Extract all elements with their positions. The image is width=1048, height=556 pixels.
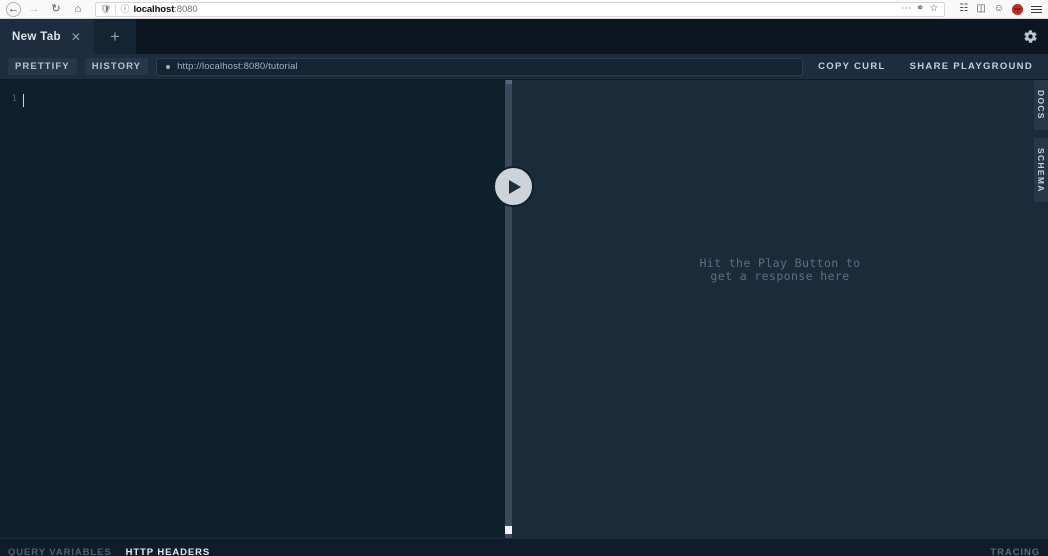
- playground-tab-label: New Tab: [12, 30, 61, 43]
- url-host: localhost: [133, 3, 175, 15]
- endpoint-input[interactable]: http://localhost:8080/tutorial: [156, 57, 804, 76]
- url-text: localhost:8080: [133, 4, 897, 15]
- browser-toolbar-right: ☷ ◫ ☺: [953, 3, 1042, 15]
- playground-toolbar: PRETTIFY HISTORY http://localhost:8080/t…: [0, 54, 1048, 80]
- sidebar-icon[interactable]: ◫: [976, 4, 985, 14]
- reload-icon[interactable]: ↻: [47, 1, 65, 17]
- close-icon[interactable]: ✕: [71, 31, 81, 43]
- hamburger-menu-icon[interactable]: [1031, 5, 1042, 13]
- editor-gutter: 1: [0, 80, 22, 538]
- line-number: 1: [11, 94, 17, 104]
- history-button[interactable]: HISTORY: [84, 57, 149, 76]
- response-placeholder-line1: Hit the Play Button to: [699, 255, 861, 270]
- gear-icon[interactable]: [1023, 19, 1038, 54]
- response-pane: Hit the Play Button to get a response he…: [512, 80, 1048, 538]
- http-headers-tab[interactable]: HTTP HEADERS: [126, 547, 211, 556]
- divider: [115, 4, 117, 14]
- star-icon[interactable]: ☆: [929, 4, 938, 14]
- response-placeholder: Hit the Play Button to get a response he…: [699, 255, 861, 284]
- query-editor-input[interactable]: [22, 80, 505, 538]
- playground-tab-new-tab[interactable]: New Tab ✕: [0, 19, 94, 54]
- query-variables-tab[interactable]: QUERY VARIABLES: [8, 547, 112, 556]
- share-playground-button[interactable]: SHARE PLAYGROUND: [903, 58, 1040, 76]
- playground-toolbar-actions: COPY CURL SHARE PLAYGROUND: [811, 58, 1040, 76]
- docs-tab[interactable]: DOCS: [1034, 80, 1048, 130]
- extension-badge-icon[interactable]: [1012, 3, 1023, 15]
- library-icon[interactable]: ☷: [959, 4, 968, 14]
- execute-query-button[interactable]: [493, 166, 534, 207]
- endpoint-url-text: http://localhost:8080/tutorial: [177, 61, 298, 72]
- back-icon[interactable]: ←: [6, 1, 21, 17]
- play-triangle-icon: [509, 179, 521, 194]
- address-bar-actions: ⋯ ⚭ ☆: [901, 4, 940, 14]
- connection-status-dot: [166, 64, 171, 69]
- playground-bottom-bar: QUERY VARIABLES HTTP HEADERS TRACING: [0, 538, 1048, 556]
- side-tabs: DOCS SCHEMA: [1034, 80, 1048, 210]
- forward-icon[interactable]: →: [25, 1, 43, 17]
- info-circle-icon[interactable]: ⓘ: [120, 4, 129, 14]
- response-placeholder-line2: get a response here: [710, 269, 850, 283]
- home-icon[interactable]: ⌂: [69, 1, 87, 17]
- prettify-button[interactable]: PRETTIFY: [8, 57, 77, 76]
- splitter-grip: [505, 80, 512, 84]
- ellipsis-icon[interactable]: ⋯: [901, 4, 911, 14]
- browser-toolbar: ← → ↻ ⌂ 🛡 ⓘ localhost:8080 ⋯ ⚭ ☆ ☷ ◫ ☺: [0, 0, 1048, 19]
- copy-curl-button[interactable]: COPY CURL: [811, 58, 892, 76]
- shield-icon[interactable]: 🛡: [100, 4, 111, 14]
- text-caret: [23, 94, 24, 108]
- playground-body: 1 Hit the Play Button to get a response …: [0, 80, 1048, 538]
- schema-tab[interactable]: SCHEMA: [1034, 137, 1048, 203]
- pocket-icon[interactable]: ⚭: [916, 4, 924, 14]
- plus-icon[interactable]: +: [94, 19, 136, 54]
- playground-tab-strip: New Tab ✕ +: [0, 19, 1048, 54]
- pane-splitter[interactable]: [504, 80, 513, 538]
- tracing-tab[interactable]: TRACING: [990, 547, 1040, 556]
- query-editor-pane[interactable]: 1: [0, 80, 505, 538]
- browser-address-bar[interactable]: 🛡 ⓘ localhost:8080 ⋯ ⚭ ☆: [95, 1, 946, 17]
- account-icon[interactable]: ☺: [994, 4, 1004, 14]
- url-port: :8080: [174, 3, 198, 15]
